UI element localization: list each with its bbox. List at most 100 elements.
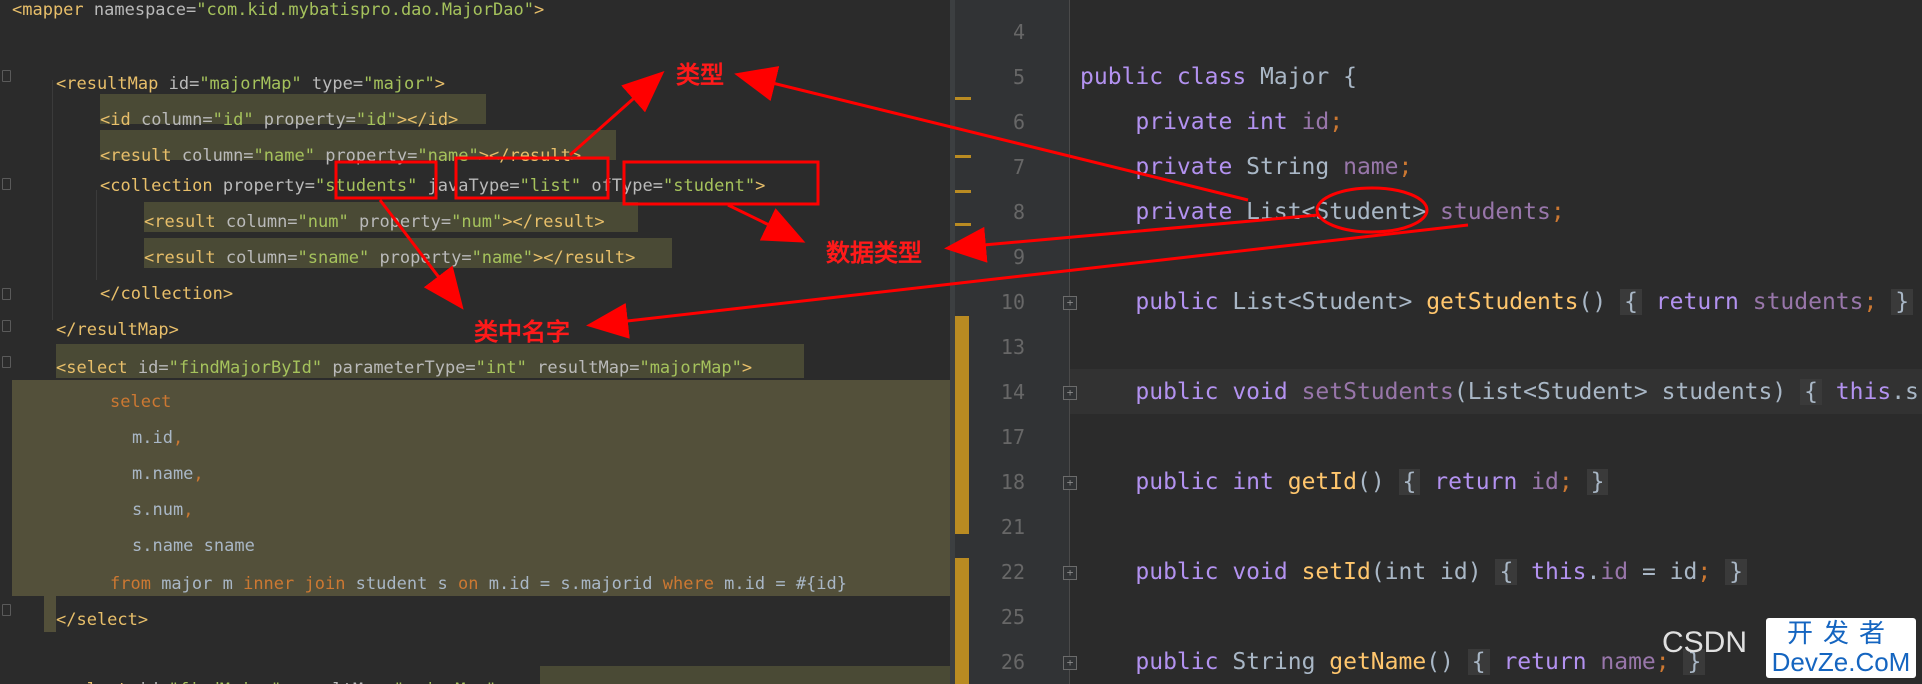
code-token: <mapper	[12, 0, 84, 20]
code-token: {	[1495, 559, 1518, 585]
code-token: id	[1531, 469, 1559, 495]
code-token: select	[110, 392, 172, 412]
java-code-line: public String getName() { return name; }	[1080, 640, 1706, 684]
fold-marker-icon[interactable]	[2, 356, 11, 368]
code-token: return	[1489, 649, 1601, 675]
code-token: inner join	[243, 574, 346, 594]
code-token: student s	[345, 574, 459, 594]
code-token: List<Student>	[1232, 289, 1427, 315]
line-number: 6	[1012, 110, 1025, 134]
code-token: "student"	[662, 176, 756, 196]
code-token: property=	[253, 110, 356, 130]
code-token: private int	[1080, 109, 1302, 135]
xml-code-line: <id column="id" property="id"></id>	[100, 102, 458, 138]
code-token: on	[458, 574, 479, 594]
code-token: <result	[144, 248, 216, 268]
code-token: "major"	[363, 74, 435, 94]
indent-guide	[96, 190, 97, 280]
code-token: "id"	[212, 110, 254, 130]
code-token: javaType=	[417, 176, 520, 196]
code-token: ;	[1398, 154, 1413, 180]
code-token: ()	[1578, 289, 1621, 315]
indent-guide	[52, 80, 53, 320]
code-token: column=	[215, 248, 298, 268]
code-token: m.id	[132, 428, 173, 448]
code-token: this	[1821, 379, 1892, 405]
code-token: id	[1301, 109, 1330, 135]
code-token: <resultMap	[56, 74, 159, 94]
code-token: >	[755, 176, 766, 196]
code-token: public int	[1080, 469, 1288, 495]
code-token: public	[1080, 649, 1233, 675]
change-marker	[955, 190, 971, 193]
code-token: getStudents	[1426, 289, 1579, 315]
code-token: "students"	[314, 176, 418, 196]
code-token: private	[1080, 199, 1247, 225]
code-token: id	[1600, 559, 1629, 585]
code-token: (List<Student> students)	[1453, 379, 1801, 405]
java-code-line: public class Major {	[1080, 55, 1357, 100]
code-token: return	[1641, 289, 1753, 315]
fold-marker-icon[interactable]	[2, 178, 11, 190]
code-token: "com.kid.mybatispro.dao.MajorDao"	[196, 0, 535, 20]
code-token: "num"	[451, 212, 503, 232]
xml-code-line: </resultMap>	[56, 312, 179, 348]
code-token: {	[1467, 649, 1490, 675]
code-token: public void	[1080, 559, 1302, 585]
line-number: 26	[1000, 650, 1025, 674]
devze-logo-bottom: DevZe.CoM	[1771, 647, 1911, 677]
code-token: >	[496, 680, 506, 684]
devze-logo-top: 开发者	[1786, 619, 1895, 649]
next-select-highlight	[540, 666, 950, 684]
code-token: <collection	[100, 176, 213, 196]
code-token: students	[1440, 199, 1551, 225]
xml-code-line: <resultMap id="majorMap" type="major">	[56, 66, 445, 102]
fold-plus-icon[interactable]: +	[1063, 656, 1077, 670]
code-token: ;	[1550, 199, 1565, 225]
code-token: resultMap=	[526, 358, 640, 378]
code-token: major m	[150, 574, 244, 594]
select-tag-end-highlight	[44, 596, 56, 632]
code-token: ></result>	[502, 212, 605, 232]
fold-plus-icon[interactable]: +	[1063, 386, 1077, 400]
code-token: "majorMap"	[639, 358, 742, 378]
java-editor-pane[interactable]: 4 5 6 7 8 9 10 13 14 17 18 21 22 25 26 + + + + + publi…	[955, 0, 1922, 684]
xml-code-line: <result column="num" property="num"></re…	[144, 204, 605, 240]
fold-marker-icon[interactable]	[2, 288, 11, 300]
code-token: {	[1398, 469, 1421, 495]
code-token: "findMajorById"	[168, 358, 323, 378]
java-code-line: public int getId() { return id; }	[1080, 460, 1609, 505]
xml-code-line: select	[110, 384, 171, 420]
code-token: "sname"	[297, 248, 370, 268]
line-number: 18	[1000, 470, 1025, 494]
fold-marker-icon[interactable]	[2, 70, 11, 82]
fold-marker-icon[interactable]	[2, 604, 11, 616]
fold-marker-icon[interactable]	[2, 320, 11, 332]
line-number: 14	[1000, 380, 1025, 404]
code-token: <result	[100, 146, 172, 166]
java-code-line: public void setId(int id) { this.id = id…	[1080, 550, 1747, 595]
xml-code-line: s.name sname	[132, 528, 255, 564]
code-token: id=	[158, 74, 200, 94]
code-token: getId	[1287, 469, 1357, 495]
fold-gutter	[0, 0, 10, 684]
code-token: (int id)	[1370, 559, 1496, 585]
vcs-change-stripe	[955, 316, 969, 534]
code-token: = id	[1628, 559, 1698, 585]
code-token: public	[1080, 289, 1233, 315]
fold-plus-icon[interactable]: +	[1063, 476, 1077, 490]
code-token: ;	[1863, 289, 1892, 315]
code-token: ()	[1426, 649, 1468, 675]
fold-plus-icon[interactable]: +	[1063, 296, 1077, 310]
xml-code-line: m.name,	[132, 456, 204, 492]
line-number: 7	[1012, 155, 1025, 179]
fold-plus-icon[interactable]: +	[1063, 566, 1077, 580]
change-marker	[955, 155, 971, 158]
java-code-line: private int id;	[1080, 100, 1343, 145]
code-token: type=	[301, 74, 364, 94]
java-code-line: private String name;	[1080, 145, 1412, 190]
code-token: List<Student>	[1246, 199, 1441, 225]
gutter-border	[1069, 0, 1070, 684]
code-token: ></id>	[396, 110, 459, 130]
code-token: "int"	[475, 358, 527, 378]
